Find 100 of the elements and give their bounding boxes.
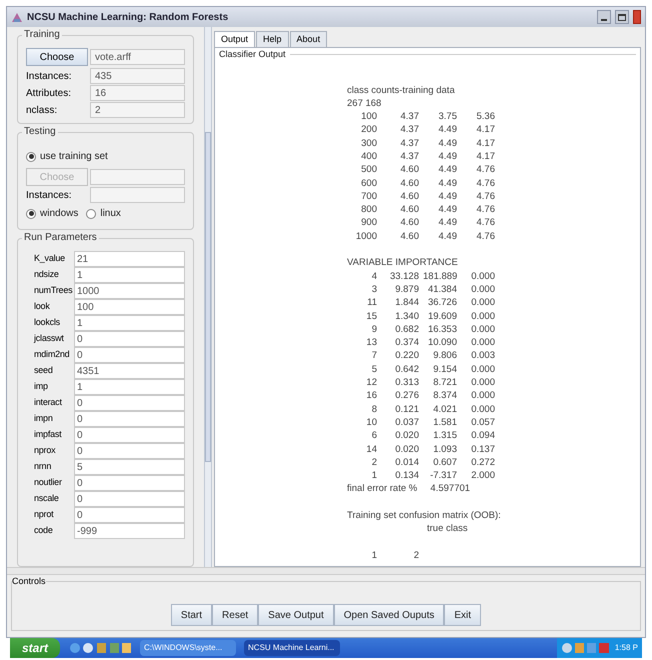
radio-label: use training set (40, 150, 108, 164)
output-cell-text: 0.000 (470, 389, 495, 403)
parameter-field[interactable]: -999 (74, 523, 185, 539)
output-cell-text: 0.037 (394, 416, 419, 430)
output-cell-text: 4.60 (400, 190, 419, 204)
output-cell-text: 9.154 (432, 362, 457, 376)
quick-launch-icons[interactable] (68, 641, 132, 655)
radio-button[interactable] (26, 208, 36, 218)
parameter-label: noutlier (34, 476, 63, 490)
parameter-field[interactable]: 5 (74, 459, 185, 475)
output-cell-text: 0.057 (470, 416, 495, 430)
parameter-field[interactable]: 1 (74, 315, 185, 331)
tab[interactable]: Help (256, 31, 289, 47)
tray-icons (560, 642, 611, 654)
output-cell-text: 11 (366, 296, 377, 310)
input-field[interactable] (90, 187, 185, 203)
control-button[interactable]: Open Saved Ouputs (334, 604, 444, 626)
output-cell-text: 0.682 (394, 322, 419, 336)
maximize-button[interactable] (615, 10, 629, 24)
parameter-label: K_value (34, 252, 66, 266)
parameter-field[interactable]: 1000 (74, 283, 185, 299)
parameter-field[interactable]: 0 (74, 395, 185, 411)
output-cell-text: 4.76 (476, 230, 495, 244)
output-cell-text: 0.607 (432, 456, 457, 470)
output-cell-text: 1.844 (394, 296, 419, 310)
taskbar-button[interactable]: NCSU Machine Learni... (244, 640, 340, 656)
output-cell-text: 0.134 (394, 469, 419, 482)
output-cell-text: 4.49 (438, 123, 457, 137)
tab[interactable]: About (290, 31, 328, 47)
parameter-field[interactable]: 4351 (74, 363, 185, 379)
radio-label: windows (40, 207, 78, 221)
parameter-label: lookcls (34, 316, 61, 330)
output-text: VARIABLE IMPORTANCE (347, 256, 459, 270)
parameter-label: nprox (34, 444, 56, 458)
parameter-field[interactable]: 21 (74, 251, 185, 267)
output-cell-text: 0.000 (470, 296, 495, 310)
parameter-field[interactable]: 1 (74, 379, 185, 395)
input-field[interactable]: 2 (90, 102, 185, 118)
output-cell-text: 300 (360, 136, 377, 150)
output-cell-text: 4.60 (400, 230, 419, 244)
output-cell-text: 1 (370, 469, 377, 482)
parameter-label: nrnn (34, 460, 52, 474)
output-cell-text: 4.76 (476, 176, 495, 190)
output-cell-text: 4.17 (476, 123, 495, 137)
output-cell-text: 400 (360, 150, 377, 164)
output-cell-text: 5.36 (476, 110, 495, 124)
choose-button[interactable]: Choose (26, 48, 88, 66)
control-button[interactable]: Exit (444, 604, 482, 626)
start-button[interactable]: start (10, 638, 60, 658)
control-button[interactable]: Save Output (258, 604, 334, 626)
output-cell-text: 0.094 (470, 429, 495, 443)
parameter-field[interactable]: 0 (74, 507, 185, 523)
control-button[interactable]: Start (170, 604, 212, 626)
output-cell-text: 8.721 (432, 376, 457, 390)
parameter-label: ndsize (34, 268, 60, 282)
parameter-field[interactable]: 0 (74, 443, 185, 459)
radio-button[interactable] (86, 208, 96, 218)
output-cell-text: 16 (365, 389, 377, 403)
output-cell-text: 41.384 (426, 282, 457, 296)
output-cell-text: 4.76 (476, 190, 495, 204)
output-text: class counts-training data (347, 84, 456, 97)
taskbar-button[interactable]: C:\WINDOWS\syste... (140, 640, 236, 656)
radio-button[interactable] (26, 152, 36, 162)
output-cell-text: 0.000 (470, 362, 495, 376)
output-cell-text: 4 (370, 270, 377, 283)
input-field[interactable]: 16 (90, 85, 185, 101)
parameter-label: impfast (34, 428, 62, 442)
output-cell-text: 0.003 (470, 349, 495, 363)
input-field[interactable] (90, 169, 185, 185)
parameter-field[interactable]: 100 (74, 299, 185, 315)
minimize-button[interactable] (597, 10, 611, 24)
parameter-field[interactable]: 0 (74, 331, 185, 347)
output-cell-text: 0.276 (394, 389, 419, 403)
field-label: Instances: (26, 188, 73, 202)
output-cell-text: 4.49 (438, 216, 457, 230)
parameter-field[interactable]: 0 (74, 491, 185, 507)
parameter-field[interactable]: 0 (74, 347, 185, 363)
output-cell-text: 33.128 (388, 270, 419, 283)
output-cell-text: 4.49 (438, 230, 457, 244)
parameter-label: code (34, 524, 54, 538)
output-cell-text: 4.17 (476, 136, 495, 150)
output-cell-text: 2 (370, 456, 377, 470)
scrollbar[interactable] (204, 27, 212, 567)
output-cell-text: 900 (360, 216, 377, 230)
parameter-field[interactable]: 0 (74, 475, 185, 491)
output-cell-text: 600 (360, 176, 377, 190)
input-field[interactable]: 435 (90, 68, 185, 84)
parameter-label: look (34, 300, 51, 314)
parameter-field[interactable]: 0 (74, 427, 185, 443)
output-cell-text: 19.609 (426, 310, 457, 323)
clock-text: 1:58 P (614, 642, 638, 654)
input-field[interactable]: vote.arff (90, 49, 185, 65)
output-cell-text: 4.76 (476, 216, 495, 230)
tab[interactable]: Output (214, 31, 256, 47)
control-button[interactable]: Reset (212, 604, 258, 626)
output-text: true class (426, 522, 469, 536)
parameter-field[interactable]: 0 (74, 411, 185, 427)
output-cell-text: 3.75 (438, 110, 457, 124)
output-cell-text: 1.581 (432, 416, 457, 430)
parameter-field[interactable]: 1 (74, 267, 185, 283)
